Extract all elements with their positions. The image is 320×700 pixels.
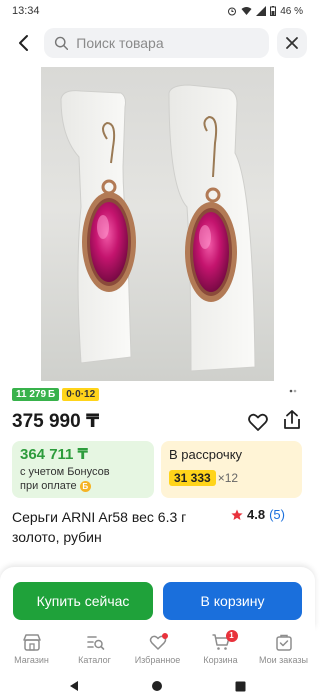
signal-icon xyxy=(256,6,267,16)
system-recents-icon[interactable] xyxy=(235,681,246,692)
alarm-icon xyxy=(228,7,237,16)
reviews-count-link[interactable]: (5) xyxy=(269,507,285,522)
nav-item-favorites[interactable]: Избранное xyxy=(128,632,188,665)
bonus-badge: 11 279 Б xyxy=(12,388,60,401)
bonus-note-line1: с учетом Бонусов xyxy=(20,466,110,478)
back-button[interactable] xyxy=(8,28,38,58)
product-image[interactable] xyxy=(41,67,274,381)
nav-item-store[interactable]: Магазин xyxy=(2,632,62,665)
bonus-coin-icon: Б xyxy=(79,480,91,492)
system-home-icon[interactable] xyxy=(151,680,163,692)
close-button[interactable] xyxy=(277,28,307,58)
nav-item-cart[interactable]: 1 Корзина xyxy=(191,630,251,665)
product-title: Серьги ARNI Ar58 вес 6.3 г золото, рубин xyxy=(12,509,187,545)
installment-badge: 0·0·12 xyxy=(62,388,100,401)
image-pager-dots xyxy=(289,389,297,393)
status-icons: 46 % xyxy=(227,6,303,17)
nav-label-store: Магазин xyxy=(14,655,49,665)
nav-item-orders[interactable]: Мои заказы xyxy=(254,632,314,665)
installment-amount: 31 333 xyxy=(169,470,216,486)
installment-title: В рассрочку xyxy=(169,447,243,462)
catalog-icon xyxy=(86,636,104,650)
installment-card[interactable]: В рассрочку 31 333 ×12 xyxy=(161,441,302,498)
search-icon xyxy=(54,36,69,50)
store-icon xyxy=(22,634,41,651)
earrings-photo xyxy=(60,84,256,372)
bonus-badge-suffix: Б xyxy=(48,389,56,400)
system-back-icon[interactable] xyxy=(69,680,79,692)
badges: 11 279 Б 0·0·12 xyxy=(12,388,100,401)
favorites-dot xyxy=(161,633,168,639)
wifi-icon xyxy=(241,7,252,15)
search-row xyxy=(0,26,315,60)
add-to-cart-button[interactable]: В корзину xyxy=(163,582,302,620)
star-icon xyxy=(231,509,243,520)
nav-label-favorites: Избранное xyxy=(134,655,181,665)
search-input[interactable] xyxy=(76,35,259,51)
product-price: 375 990 ₸ xyxy=(12,411,100,432)
bonus-price: 364 711 ₸ xyxy=(20,446,88,463)
battery-icon xyxy=(270,6,277,16)
close-icon xyxy=(286,37,298,49)
nav-label-catalog: Каталог xyxy=(78,655,111,665)
installment-months: ×12 xyxy=(217,471,239,485)
nav-item-catalog[interactable]: Каталог xyxy=(65,632,125,665)
nav-label-cart: Корзина xyxy=(203,655,238,665)
heart-icon xyxy=(248,413,268,431)
bottom-nav: Магазин Каталог Избранное 1 Корзина Мои … xyxy=(0,628,315,672)
installment-row: 31 333 ×12 xyxy=(169,470,294,486)
bonus-price-card[interactable]: 364 711 ₸ с учетом Бонусов при оплате Б xyxy=(12,441,154,498)
status-bar: 13:34 46 % xyxy=(0,0,315,22)
orders-icon xyxy=(275,634,292,651)
system-nav-bar xyxy=(0,672,315,700)
product-rating[interactable]: 4.8 (5) xyxy=(231,507,285,522)
battery-level: 46 % xyxy=(280,5,303,17)
cart-count-badge: 1 xyxy=(225,630,238,642)
buy-now-button[interactable]: Купить сейчас xyxy=(13,582,153,620)
bonus-note-line2: при оплате Б xyxy=(20,479,146,493)
nav-label-orders: Мои заказы xyxy=(259,655,308,665)
favorite-button[interactable] xyxy=(246,410,270,434)
share-button[interactable] xyxy=(280,408,304,432)
status-time: 13:34 xyxy=(12,5,40,17)
rating-value: 4.8 xyxy=(247,507,266,522)
share-icon xyxy=(284,410,300,429)
bonus-badge-value: 11 279 xyxy=(16,389,47,400)
chevron-left-icon xyxy=(19,35,28,51)
bonus-note-line2-text: при оплате xyxy=(20,480,77,492)
search-box[interactable] xyxy=(44,28,269,58)
